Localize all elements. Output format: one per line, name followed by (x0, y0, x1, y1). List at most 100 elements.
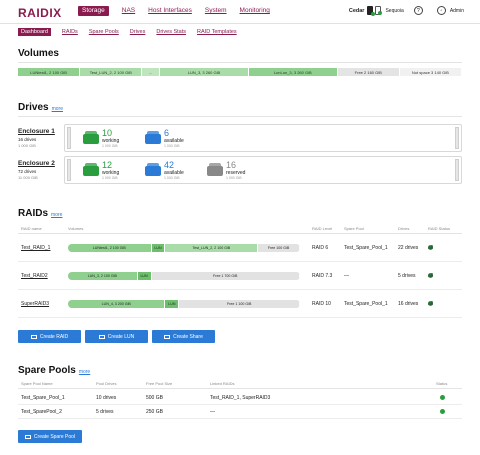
enclosure-label: Enclosure 1 16 drives 1 000 GiB (18, 128, 55, 148)
menu-item-storage[interactable]: Storage (78, 6, 109, 16)
drive-stat-size: 1 000 GiB (226, 176, 242, 180)
help-icon[interactable]: ? (413, 6, 423, 15)
volumes-title: Volumes (18, 48, 59, 59)
volume-segment[interactable]: Not space 3 140 GiB (399, 68, 462, 76)
drives-title: Drives more (18, 102, 63, 113)
button-create-share[interactable]: Create Share (152, 330, 215, 343)
disk-icon (83, 130, 99, 144)
tab-spare-pools[interactable]: Spare Pools (89, 28, 119, 36)
spare-pools-more-link[interactable]: more (79, 369, 90, 375)
raid-volume-segment[interactable]: LUN_3, 2 100 GiB (68, 272, 138, 280)
enclosure-size: 11 000 GiB (18, 175, 38, 180)
raid-status-text: all (428, 301, 434, 307)
enclosure-box[interactable]: 10 working 1 000 GiB 6 available 1 000 GiB (64, 124, 462, 152)
raid-name-link[interactable]: Test_RAID_1 (21, 245, 50, 251)
raid-level: RAID 10 (312, 301, 331, 307)
drive-stat-count: 10 (102, 128, 113, 138)
enclosure-name[interactable]: Enclosure 2 (18, 160, 55, 167)
enclosure-box[interactable]: 12 working 1 000 GiB 42 available 1 000 GiB 16… (64, 156, 462, 184)
node-icon[interactable] (367, 6, 376, 16)
disk-icon (145, 162, 161, 176)
drive-stat-text: 6 available 1 000 GiB (164, 129, 184, 149)
user-icon[interactable]: ◦ (436, 6, 446, 15)
drive-stat-working[interactable]: 10 working 1 000 GiB (83, 129, 119, 148)
col-spare-pool: Spare Pool (344, 226, 364, 231)
raid-volume-segment[interactable]: Free 1 100 GiB (179, 300, 300, 308)
create-spare-pool-button[interactable]: Create Spare Pool (18, 430, 82, 443)
table-row: Test_RAID2 RAID 7.3 — 5 drives all LUN_3, 2 1… (18, 264, 462, 290)
drive-stat-reserved[interactable]: 16 reserved 1 000 GiB (207, 161, 245, 180)
raids-title: RAIDs more (18, 208, 63, 219)
spare-pool-size: 250 GB (146, 409, 163, 415)
menu-item-host-interfaces[interactable]: Host Interfaces (148, 6, 192, 16)
drive-stat-available[interactable]: 42 available 1 000 GiB (145, 161, 184, 180)
drive-stat-working[interactable]: 12 working 1 000 GiB (83, 161, 119, 180)
raids-more-link[interactable]: more (51, 212, 62, 218)
enclosure-size: 1 000 GiB (18, 143, 36, 148)
node-icon-secondary[interactable] (375, 6, 383, 15)
button-label: Create LUN (107, 333, 135, 340)
raid-volumes-bar: LUN_3, 2 100 GiB LUN Free 1 700 GiB (68, 272, 300, 280)
top-bar: RAIDIX Storage NAS Host Interfaces System Mo… (0, 0, 480, 24)
user-name[interactable]: Admin (450, 8, 464, 14)
app-logo[interactable]: RAIDIX (18, 6, 62, 20)
volume-segment[interactable]: Free 2 160 GiB (337, 68, 400, 76)
button-create-lun[interactable]: Create LUN (85, 330, 148, 343)
raid-volume-segment[interactable]: LUNtest1, 2 100 GiB (68, 244, 152, 252)
add-icon (24, 434, 31, 439)
button-create-raid[interactable]: Create RAID (18, 330, 81, 343)
enclosure-name[interactable]: Enclosure 1 (18, 128, 55, 135)
disk-icon (83, 162, 99, 176)
raid-volume-segment[interactable]: Free 1 700 GiB (151, 272, 300, 280)
volume-segment[interactable]: LUN_3, 3 260 GiB (160, 68, 249, 76)
enclosure-left-handle (67, 127, 71, 149)
raid-name-link[interactable]: Test_RAID2 (21, 273, 48, 279)
tab-dashboard[interactable]: Dashboard (18, 28, 51, 36)
disk-icon (145, 130, 161, 144)
tab-drives-stats[interactable]: Drives Stats (156, 28, 186, 36)
button-label: Create Share (173, 333, 203, 340)
col-raid-name: RAID name (21, 226, 42, 231)
enclosure-label: Enclosure 2 72 drives 11 000 GiB (18, 160, 55, 180)
menu-item-system[interactable]: System (205, 6, 227, 16)
spare-pool-drives: 5 drives (96, 409, 114, 415)
linked-raids: Test_RAID_1, SuperRAID3 (210, 395, 271, 401)
volume-segment[interactable]: ... (142, 68, 161, 76)
raid-spare-pool: Test_Spare_Pool_1 (344, 245, 388, 251)
add-icon (98, 334, 105, 339)
table-row: Test_Spare_Pool_1 10 drives 500 GB Test_RAI… (18, 391, 462, 405)
col-pool-drives: Pool Drives (96, 381, 117, 386)
top-right-area: Cedar Sequoia ? ◦ Admin (349, 6, 464, 16)
drive-stat-count: 12 (102, 160, 113, 170)
raid-volume-segment[interactable]: LUN (165, 300, 180, 308)
raid-volume-segment[interactable]: LUN_4, 3 200 GiB (68, 300, 166, 308)
enclosure-right-handle (455, 127, 459, 149)
drive-stat-available[interactable]: 6 available 1 000 GiB (145, 129, 184, 148)
col-pool-status: Status (436, 381, 448, 386)
tab-drives[interactable]: Drives (130, 28, 146, 36)
tab-raid-templates[interactable]: RAID Templates (197, 28, 237, 36)
menu-item-monitoring[interactable]: Monitoring (240, 6, 270, 16)
raid-level: RAID 6 (312, 245, 329, 251)
volume-segment[interactable]: Test_LUN_2, 2 100 GiB (80, 68, 143, 76)
raid-volume-segment[interactable]: LUN (151, 244, 166, 252)
raid-volume-segment[interactable]: Test_LUN_2, 2 100 GiB (165, 244, 259, 252)
raid-status-text: all (428, 273, 434, 279)
menu-item-nas[interactable]: NAS (122, 6, 135, 16)
enclosure-drive-count: 72 drives (18, 169, 37, 174)
tab-raids[interactable]: RAIDs (62, 28, 78, 36)
drive-stat-size: 1 000 GiB (164, 144, 180, 148)
status-ok-icon (440, 395, 445, 400)
node-name[interactable]: Sequoia (385, 8, 403, 14)
volume-segment[interactable]: LUNtest1, 2 100 GiB (18, 68, 81, 76)
drives-more-link[interactable]: more (52, 106, 63, 112)
drive-stat-text: 42 available 1 000 GiB (164, 161, 184, 181)
table-row: Test_SparePool_2 5 drives 250 GB — (18, 405, 462, 419)
raid-volume-segment[interactable]: LUN (137, 272, 152, 280)
volume-segment[interactable]: LunLun_3, 3 260 GiB (248, 68, 338, 76)
raid-name-link[interactable]: SuperRAID3 (21, 301, 49, 307)
raid-drives: 5 drives (398, 273, 416, 279)
spare-pool-size: 500 GB (146, 395, 163, 401)
raid-volume-segment[interactable]: Free 100 GiB (258, 244, 300, 252)
col-raid-level: RAID Level (312, 226, 333, 231)
